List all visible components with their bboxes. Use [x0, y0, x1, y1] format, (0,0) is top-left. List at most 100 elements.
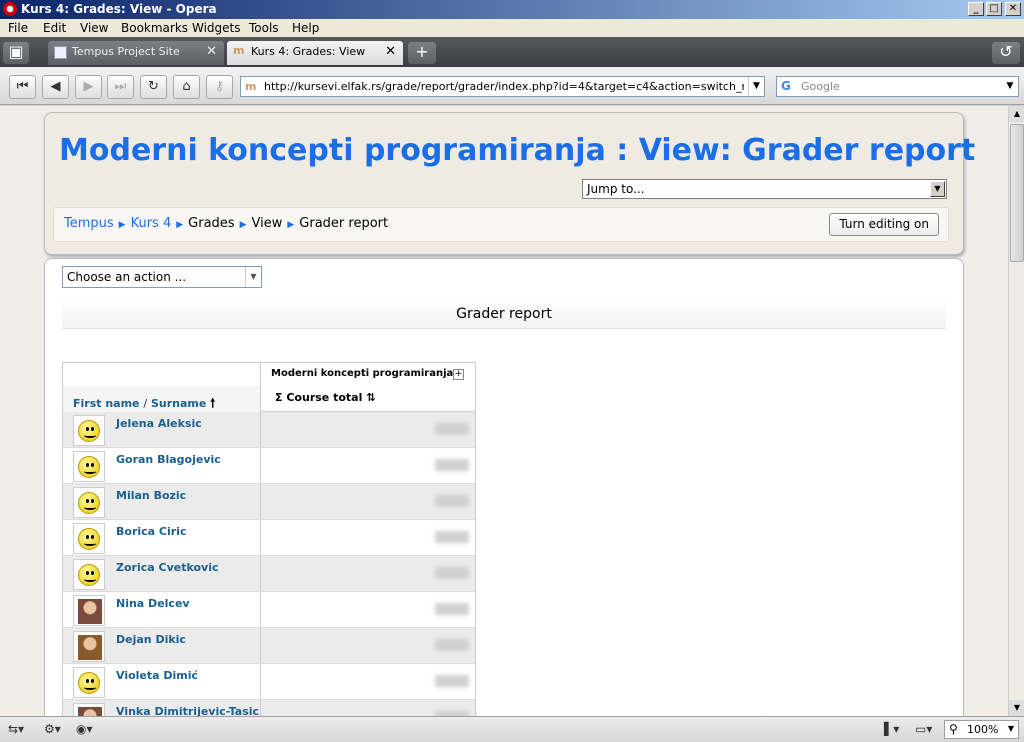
jump-to-select[interactable]: Jump to... ▼ — [582, 179, 947, 199]
student-name-link[interactable]: Jelena Aleksic — [116, 417, 202, 430]
user-photo-icon — [78, 599, 102, 624]
scrollbar-thumb[interactable] — [1010, 124, 1024, 262]
maximize-button[interactable]: □ — [986, 2, 1002, 16]
home-button[interactable]: ⌂ — [173, 75, 200, 99]
minimize-button[interactable]: _ — [968, 2, 984, 16]
new-tab-button[interactable]: + — [408, 42, 436, 64]
address-bar[interactable]: m http://kursevi.elfak.rs/grade/report/g… — [240, 76, 765, 97]
vertical-scrollbar[interactable]: ▲ ▼ — [1008, 106, 1024, 716]
page-content: Moderni koncepti programiranja : View: G… — [0, 106, 1008, 716]
menu-bookmarks[interactable]: Bookmarks — [121, 21, 188, 35]
table-row: Jelena Aleksic 00.00 — [62, 412, 476, 448]
avatar[interactable] — [73, 667, 105, 698]
sort-ascending-icon[interactable]: 🠕 — [210, 396, 215, 410]
student-name-link[interactable]: Borica Ciric — [116, 525, 186, 538]
student-name-link[interactable]: Milan Bozic — [116, 489, 186, 502]
avatar[interactable] — [73, 487, 105, 518]
student-name-link[interactable]: Goran Blagojevic — [116, 453, 221, 466]
breadcrumb-grader-report: Grader report — [299, 216, 389, 231]
sort-toggle-icon[interactable]: ⇅ — [366, 391, 375, 404]
menu-tools[interactable]: Tools — [249, 21, 279, 35]
student-name-link[interactable]: Vinka Dimitrijevic-Tasic — [116, 705, 259, 716]
scroll-down-icon[interactable]: ▼ — [1009, 700, 1024, 716]
course-total-grade: 00.00 — [435, 675, 469, 687]
search-field[interactable]: G Google ▼ — [776, 76, 1019, 97]
avatar[interactable] — [73, 559, 105, 590]
course-total-header: Σ Course total ⇅ — [275, 391, 375, 404]
magnifier-icon: ⚲ — [949, 722, 958, 736]
scroll-up-icon[interactable]: ▲ — [1009, 106, 1024, 122]
student-name-link[interactable]: Nina Delcev — [116, 597, 190, 610]
page-title: Moderni koncepti programiranja : View: G… — [59, 133, 976, 168]
window-titlebar: Kurs 4: Grades: View - Opera _ □ ✕ — [0, 0, 1024, 19]
close-tab-icon[interactable]: ✕ — [206, 44, 217, 59]
table-row: Milan Bozic 00.00 — [62, 484, 476, 520]
chevron-down-icon[interactable]: ▼ — [245, 267, 261, 287]
close-window-button[interactable]: ✕ — [1005, 2, 1021, 16]
course-total-label[interactable]: Course total — [286, 391, 362, 404]
rewind-button[interactable]: ⏮ — [9, 75, 36, 99]
action-select[interactable]: Choose an action ... ▼ — [62, 266, 262, 288]
course-total-grade: 00.00 — [435, 459, 469, 471]
address-url[interactable]: http://kursevi.elfak.rs/grade/report/gra… — [264, 80, 744, 93]
chevron-down-icon[interactable]: ▼ — [930, 181, 945, 197]
expand-icon[interactable]: + — [453, 369, 464, 380]
sigma-icon: Σ — [275, 391, 283, 404]
sync-icon[interactable]: ⇆▾ — [8, 722, 24, 736]
smiley-icon — [78, 456, 100, 478]
search-placeholder: Google — [801, 80, 840, 93]
panels-icon[interactable]: ▌▾ — [884, 722, 899, 736]
fast-forward-button[interactable]: ⏭ — [107, 75, 134, 99]
status-bar: ⇆▾ ⚙▾ ◉▾ ▌▾ ▭▾ ⚲ 100% ▼ — [0, 716, 1024, 742]
close-tab-icon[interactable]: ✕ — [385, 44, 396, 59]
report-heading: Grader report — [62, 299, 946, 329]
avatar[interactable] — [73, 703, 105, 716]
zoom-control[interactable]: ⚲ 100% ▼ — [944, 720, 1019, 739]
header-spacer — [63, 363, 261, 387]
closed-tabs-icon[interactable]: ↺ — [992, 42, 1020, 64]
unite-icon[interactable]: ◉▾ — [76, 722, 93, 736]
chevron-down-icon[interactable]: ▼ — [1008, 724, 1014, 733]
sort-surname-link[interactable]: Surname — [151, 397, 206, 410]
opera-logo-icon — [3, 2, 17, 16]
avatar[interactable] — [73, 631, 105, 662]
smiley-icon — [78, 492, 100, 514]
wand-button[interactable]: ⚷ — [206, 75, 233, 99]
menu-edit[interactable]: Edit — [43, 21, 66, 35]
chevron-down-icon[interactable]: ▼ — [748, 77, 764, 96]
panel-toggle-button[interactable]: ▣ — [3, 42, 29, 64]
course-category-header: Moderni koncepti programiranja — [271, 368, 454, 379]
breadcrumb-trail: Tempus ▶ Kurs 4 ▶ Grades ▶ View ▶ Grader report — [64, 216, 388, 231]
course-total-grade: 00.00 — [435, 423, 469, 435]
view-mode-icon[interactable]: ▭▾ — [915, 722, 932, 736]
moodle-icon: m — [233, 44, 245, 57]
forward-button[interactable]: ▶ — [75, 75, 102, 99]
back-button[interactable]: ◀ — [42, 75, 69, 99]
student-name-link[interactable]: Violeta Dimić — [116, 669, 198, 682]
course-total-grade: 00.00 — [435, 495, 469, 507]
avatar[interactable] — [73, 415, 105, 446]
smiley-icon — [78, 420, 100, 442]
student-name-link[interactable]: Dejan Dikic — [116, 633, 186, 646]
avatar[interactable] — [73, 451, 105, 482]
tab-tempus-project-site[interactable]: Tempus Project Site ✕ — [48, 41, 224, 65]
menu-file[interactable]: File — [8, 21, 28, 35]
breadcrumb-kurs-4[interactable]: Kurs 4 — [131, 216, 172, 231]
chevron-down-icon[interactable]: ▼ — [1002, 77, 1018, 96]
tab-label: Tempus Project Site — [72, 45, 180, 58]
turn-editing-on-button[interactable]: Turn editing on — [829, 213, 939, 236]
avatar[interactable] — [73, 595, 105, 626]
reload-button[interactable]: ↻ — [140, 75, 167, 99]
course-total-grade: 00.00 — [435, 603, 469, 615]
table-row: Zorica Cvetkovic 00.00 — [62, 556, 476, 592]
sort-first-name-link[interactable]: First name — [73, 397, 140, 410]
menu-help[interactable]: Help — [292, 21, 319, 35]
menu-view[interactable]: View — [80, 21, 108, 35]
breadcrumb-tempus[interactable]: Tempus — [64, 216, 114, 231]
network-icon[interactable]: ⚙▾ — [44, 722, 61, 736]
table-row: Violeta Dimić 00.00 — [62, 664, 476, 700]
menu-widgets[interactable]: Widgets — [192, 21, 241, 35]
avatar[interactable] — [73, 523, 105, 554]
student-name-link[interactable]: Zorica Cvetkovic — [116, 561, 219, 574]
tab-kurs-4-grades[interactable]: m Kurs 4: Grades: View ✕ — [227, 41, 403, 65]
